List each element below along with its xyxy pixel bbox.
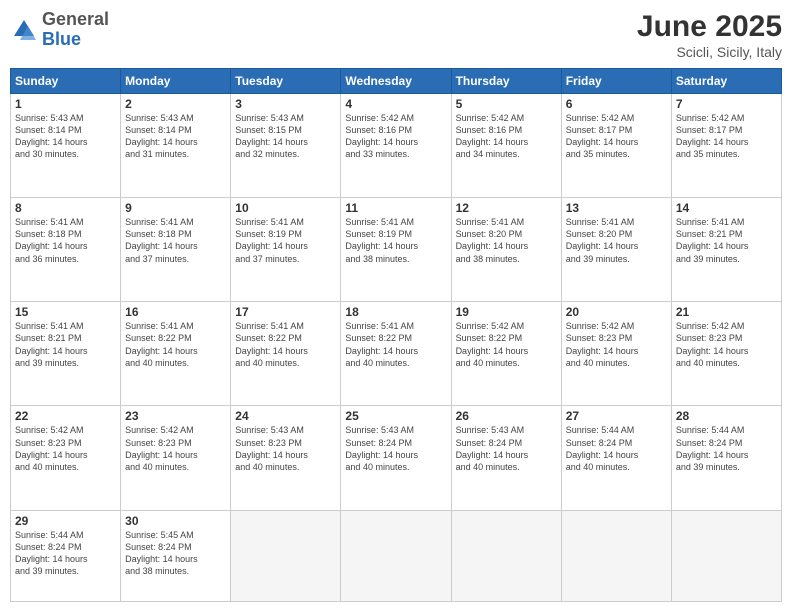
week-2: 8 Sunrise: 5:41 AMSunset: 8:18 PMDayligh…	[11, 198, 782, 302]
week-3: 15 Sunrise: 5:41 AMSunset: 8:21 PMDaylig…	[11, 302, 782, 406]
day-18: 18 Sunrise: 5:41 AMSunset: 8:22 PMDaylig…	[341, 302, 451, 406]
month-title: June 2025	[637, 10, 782, 44]
empty-cell	[341, 510, 451, 602]
day-28: 28 Sunrise: 5:44 AMSunset: 8:24 PMDaylig…	[671, 406, 781, 510]
day-10: 10 Sunrise: 5:41 AMSunset: 8:19 PMDaylig…	[231, 198, 341, 302]
col-tuesday: Tuesday	[231, 69, 341, 94]
title-block: June 2025 Scicli, Sicily, Italy	[637, 10, 782, 60]
day-3: 3 Sunrise: 5:43 AMSunset: 8:15 PMDayligh…	[231, 94, 341, 198]
day-1: 1Sunrise: 5:43 AMSunset: 8:14 PMDaylight…	[11, 94, 121, 198]
day-15: 15 Sunrise: 5:41 AMSunset: 8:21 PMDaylig…	[11, 302, 121, 406]
day-11: 11 Sunrise: 5:41 AMSunset: 8:19 PMDaylig…	[341, 198, 451, 302]
logo-blue: Blue	[42, 29, 81, 49]
day-6: 6 Sunrise: 5:42 AMSunset: 8:17 PMDayligh…	[561, 94, 671, 198]
col-friday: Friday	[561, 69, 671, 94]
col-saturday: Saturday	[671, 69, 781, 94]
col-thursday: Thursday	[451, 69, 561, 94]
logo-icon	[10, 16, 38, 44]
day-4: 4 Sunrise: 5:42 AMSunset: 8:16 PMDayligh…	[341, 94, 451, 198]
day-9: 9 Sunrise: 5:41 AMSunset: 8:18 PMDayligh…	[121, 198, 231, 302]
week-5: 29 Sunrise: 5:44 AMSunset: 8:24 PMDaylig…	[11, 510, 782, 602]
day-29: 29 Sunrise: 5:44 AMSunset: 8:24 PMDaylig…	[11, 510, 121, 602]
day-8: 8 Sunrise: 5:41 AMSunset: 8:18 PMDayligh…	[11, 198, 121, 302]
col-monday: Monday	[121, 69, 231, 94]
col-sunday: Sunday	[11, 69, 121, 94]
day-20: 20 Sunrise: 5:42 AMSunset: 8:23 PMDaylig…	[561, 302, 671, 406]
day-24: 24 Sunrise: 5:43 AMSunset: 8:23 PMDaylig…	[231, 406, 341, 510]
day-16: 16 Sunrise: 5:41 AMSunset: 8:22 PMDaylig…	[121, 302, 231, 406]
header-row: Sunday Monday Tuesday Wednesday Thursday…	[11, 69, 782, 94]
page: General Blue June 2025 Scicli, Sicily, I…	[0, 0, 792, 612]
day-23: 23 Sunrise: 5:42 AMSunset: 8:23 PMDaylig…	[121, 406, 231, 510]
col-wednesday: Wednesday	[341, 69, 451, 94]
day-5: 5 Sunrise: 5:42 AMSunset: 8:16 PMDayligh…	[451, 94, 561, 198]
location-subtitle: Scicli, Sicily, Italy	[637, 44, 782, 60]
day-7: 7 Sunrise: 5:42 AMSunset: 8:17 PMDayligh…	[671, 94, 781, 198]
logo: General Blue	[10, 10, 109, 50]
empty-cell	[451, 510, 561, 602]
header: General Blue June 2025 Scicli, Sicily, I…	[10, 10, 782, 60]
day-27: 27 Sunrise: 5:44 AMSunset: 8:24 PMDaylig…	[561, 406, 671, 510]
day-14: 14 Sunrise: 5:41 AMSunset: 8:21 PMDaylig…	[671, 198, 781, 302]
day-21: 21 Sunrise: 5:42 AMSunset: 8:23 PMDaylig…	[671, 302, 781, 406]
week-4: 22 Sunrise: 5:42 AMSunset: 8:23 PMDaylig…	[11, 406, 782, 510]
empty-cell	[231, 510, 341, 602]
day-2: 2 Sunrise: 5:43 AMSunset: 8:14 PMDayligh…	[121, 94, 231, 198]
logo-text: General Blue	[42, 10, 109, 50]
day-30: 30 Sunrise: 5:45 AMSunset: 8:24 PMDaylig…	[121, 510, 231, 602]
day-13: 13 Sunrise: 5:41 AMSunset: 8:20 PMDaylig…	[561, 198, 671, 302]
day-12: 12 Sunrise: 5:41 AMSunset: 8:20 PMDaylig…	[451, 198, 561, 302]
logo-general: General	[42, 9, 109, 29]
day-25: 25 Sunrise: 5:43 AMSunset: 8:24 PMDaylig…	[341, 406, 451, 510]
day-19: 19 Sunrise: 5:42 AMSunset: 8:22 PMDaylig…	[451, 302, 561, 406]
day-26: 26 Sunrise: 5:43 AMSunset: 8:24 PMDaylig…	[451, 406, 561, 510]
day-22: 22 Sunrise: 5:42 AMSunset: 8:23 PMDaylig…	[11, 406, 121, 510]
week-1: 1Sunrise: 5:43 AMSunset: 8:14 PMDaylight…	[11, 94, 782, 198]
empty-cell	[671, 510, 781, 602]
empty-cell	[561, 510, 671, 602]
calendar: Sunday Monday Tuesday Wednesday Thursday…	[10, 68, 782, 602]
day-17: 17 Sunrise: 5:41 AMSunset: 8:22 PMDaylig…	[231, 302, 341, 406]
